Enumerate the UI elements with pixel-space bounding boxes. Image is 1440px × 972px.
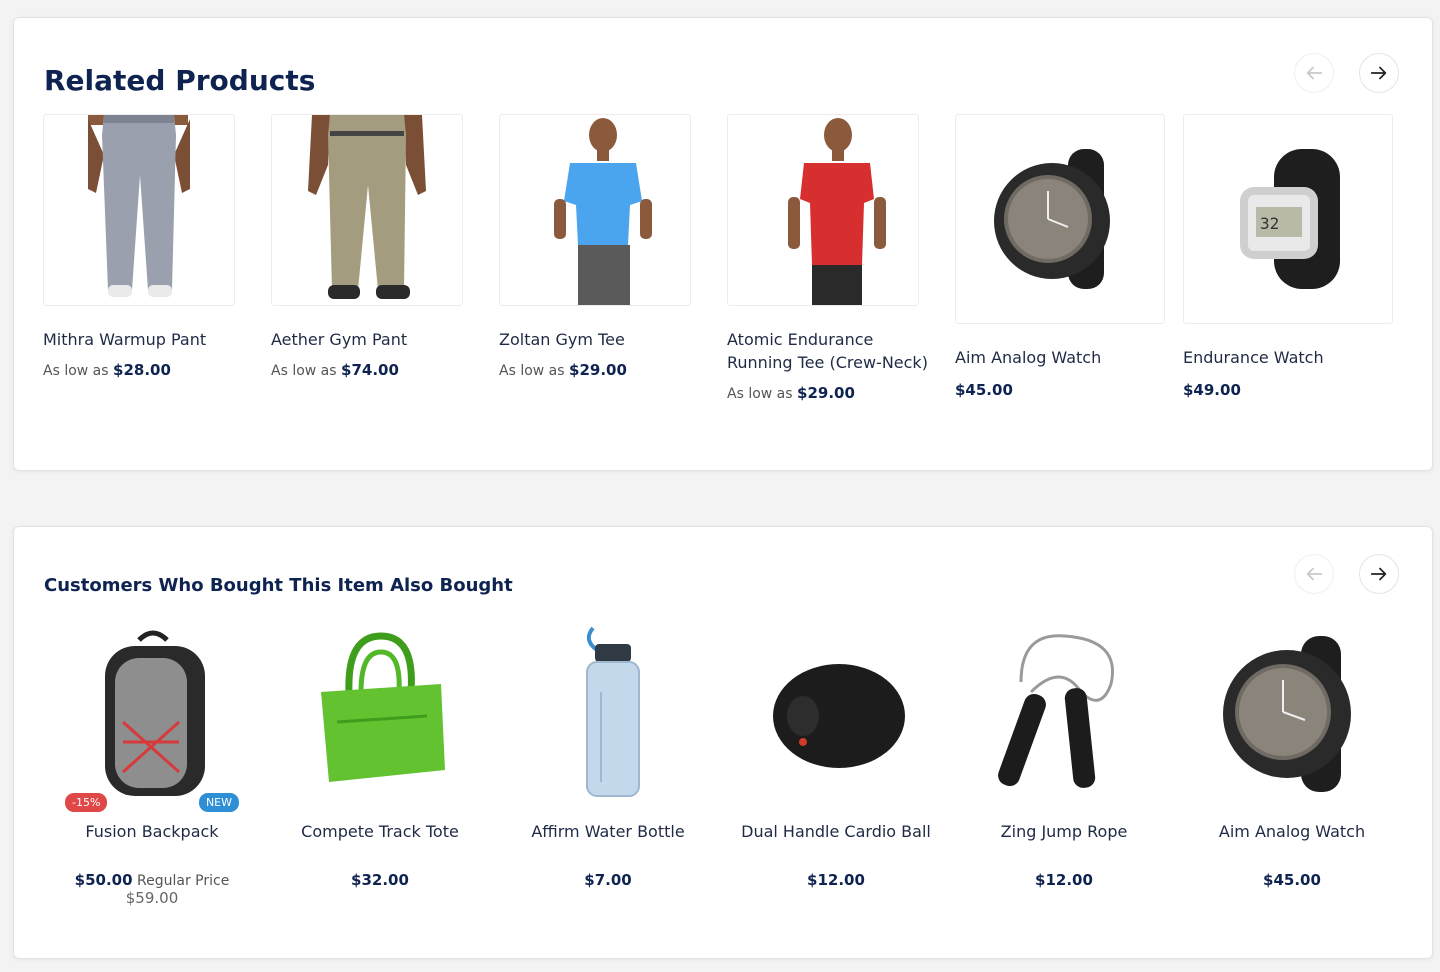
product-image[interactable] [961,622,1167,818]
related-prev-button[interactable] [1294,53,1334,93]
regular-price-label: Regular Price [137,873,230,889]
product-image[interactable] [499,114,691,306]
product-name[interactable]: Dual Handle Cardio Ball [733,820,939,843]
as-low-as-label: As low as [499,363,565,379]
regular-price-value: $59.00 [125,889,179,907]
related-product-card[interactable]: Mithra Warmup Pant As low as $28.00 [43,114,249,379]
jump-rope-image [998,634,1114,788]
product-price: $29.00 [569,361,627,379]
also-bought-title: Customers Who Bought This Item Also Boug… [44,575,513,596]
product-image[interactable] [271,114,463,306]
related-products-title: Related Products [44,64,316,97]
product-price: $12.00 [1035,871,1093,889]
product-price: $12.00 [807,871,865,889]
product-name[interactable]: Fusion Backpack [49,820,255,843]
also-bought-prev-button[interactable] [1294,554,1334,594]
as-low-as-label: As low as [43,363,109,379]
price-line: $45.00 [955,381,1161,399]
also-bought-product-card[interactable]: Compete Track Tote $32.00 [277,622,483,889]
product-image[interactable]: -15% NEW [49,622,255,818]
analog-watch-image [1223,636,1351,792]
price-line: $12.00 [961,871,1167,889]
related-next-button[interactable] [1359,53,1399,93]
product-name[interactable]: Zoltan Gym Tee [499,328,705,351]
also-bought-product-card[interactable]: Dual Handle Cardio Ball $12.00 [733,622,939,889]
price-line: $32.00 [277,871,483,889]
related-product-card[interactable]: Aim Analog Watch $45.00 [955,114,1165,399]
product-price: $32.00 [351,871,409,889]
arrow-right-icon [1370,567,1387,581]
product-image[interactable] [1189,622,1395,818]
also-bought-product-card[interactable]: Zing Jump Rope $12.00 [961,622,1167,889]
as-low-as-label: As low as [271,363,337,379]
product-price: $74.00 [341,361,399,379]
price-line: $49.00 [1183,381,1389,399]
digital-watch-image: 32 [1240,149,1340,289]
product-image[interactable] [955,114,1165,324]
green-tote-image [321,632,445,782]
product-image[interactable] [733,622,939,818]
also-bought-next-button[interactable] [1359,554,1399,594]
price-line: As low as $29.00 [499,361,705,379]
product-image[interactable] [277,622,483,818]
price-line: $7.00 [505,871,711,889]
product-price: $7.00 [584,871,632,889]
related-product-card[interactable]: Zoltan Gym Tee As low as $29.00 [499,114,705,379]
product-image[interactable] [505,622,711,818]
also-bought-product-card[interactable]: Aim Analog Watch $45.00 [1189,622,1395,889]
product-price: $45.00 [1263,871,1321,889]
svg-text:32: 32 [1260,214,1279,233]
product-name[interactable]: Aether Gym Pant [271,328,477,351]
arrow-left-icon [1306,567,1323,581]
discount-badge: -15% [65,793,108,812]
water-bottle-image [586,626,640,797]
product-name[interactable]: Aim Analog Watch [1189,820,1395,843]
cardio-ball-image [773,664,905,768]
related-products-section: Related Products Mithra Warmup Pant As l… [13,17,1433,471]
price-line: As low as $28.00 [43,361,249,379]
product-name[interactable]: Affirm Water Bottle [505,820,711,843]
backpack-image [105,630,205,796]
analog-watch-image [994,149,1110,289]
new-badge: NEW [198,793,239,812]
price-line: As low as $29.00 [727,384,933,402]
product-name[interactable]: Atomic Endurance Running Tee (Crew-Neck) [727,328,933,374]
blue-tee-image [554,118,652,305]
product-image[interactable] [43,114,235,306]
product-name[interactable]: Aim Analog Watch [955,346,1161,369]
price-line: As low as $74.00 [271,361,477,379]
product-image[interactable]: 32 [1183,114,1393,324]
arrow-left-icon [1306,66,1323,80]
product-price: $49.00 [1183,381,1241,399]
product-price: $50.00 [74,871,133,889]
khaki-pants-image [308,115,426,299]
gray-pants-image [88,115,190,297]
product-price: $45.00 [955,381,1013,399]
price-line: $50.00 Regular Price $59.00 [49,871,255,907]
arrow-right-icon [1370,66,1387,80]
also-bought-section: Customers Who Bought This Item Also Boug… [13,526,1433,959]
price-line: $12.00 [733,871,939,889]
red-tee-image [788,118,886,305]
product-image[interactable] [727,114,919,306]
related-product-card[interactable]: 32 Endurance Watch $49.00 [1183,114,1393,399]
as-low-as-label: As low as [727,386,793,402]
product-name[interactable]: Mithra Warmup Pant [43,328,249,351]
also-bought-product-card[interactable]: Affirm Water Bottle $7.00 [505,622,711,889]
product-name[interactable]: Zing Jump Rope [961,820,1167,843]
product-name[interactable]: Endurance Watch [1183,346,1389,369]
price-line: $45.00 [1189,871,1395,889]
related-product-card[interactable]: Aether Gym Pant As low as $74.00 [271,114,477,379]
product-price: $29.00 [797,384,855,402]
product-name[interactable]: Compete Track Tote [277,820,483,843]
also-bought-product-card[interactable]: -15% NEW Fusion Backpack $50.00 Regular … [49,622,255,907]
product-price: $28.00 [113,361,171,379]
related-product-card[interactable]: Atomic Endurance Running Tee (Crew-Neck)… [727,114,933,402]
